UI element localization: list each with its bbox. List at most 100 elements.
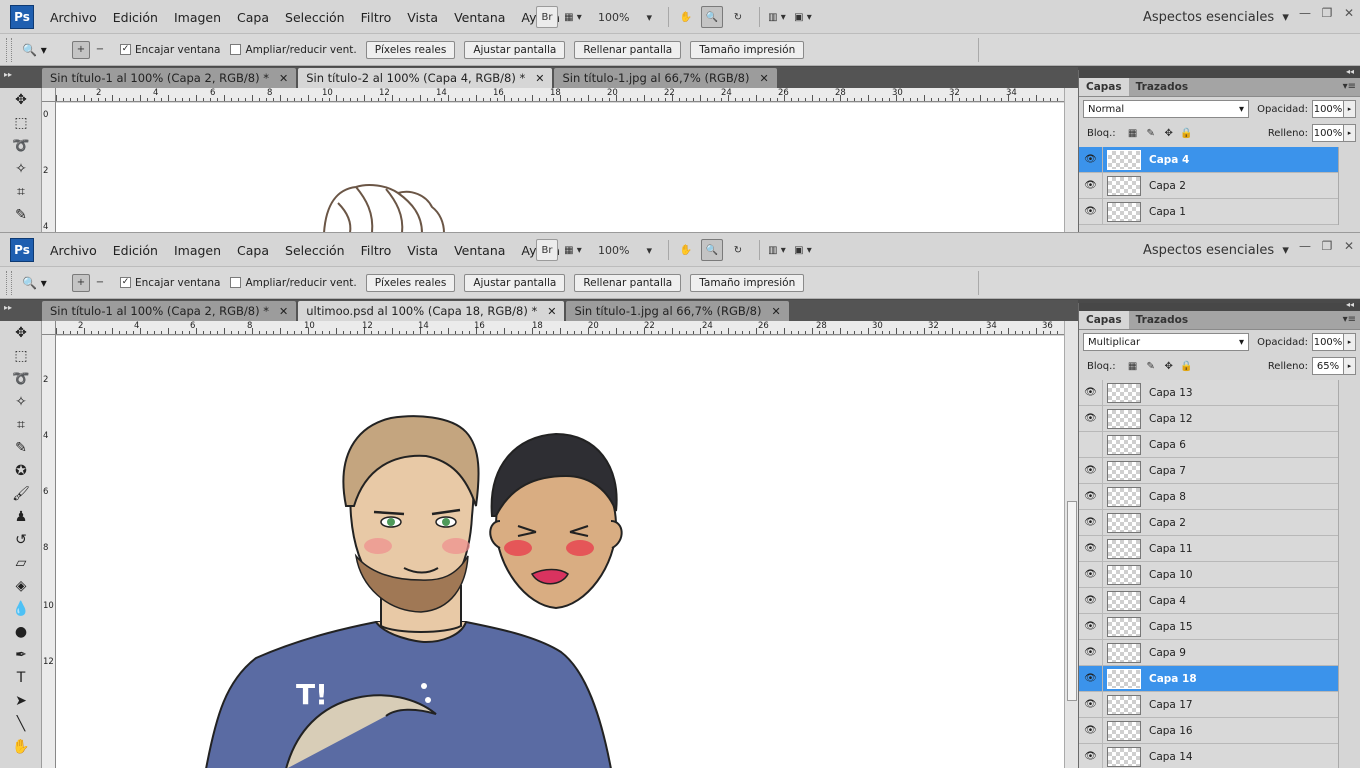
- vertical-scrollbar[interactable]: [1064, 321, 1078, 768]
- layer-row[interactable]: 👁 Capa 4: [1079, 587, 1360, 614]
- layer-row[interactable]: Capa 6: [1079, 431, 1360, 458]
- lock-transparency-icon[interactable]: ▦: [1124, 128, 1142, 139]
- actual-pixels-button[interactable]: Píxeles reales: [365, 40, 456, 59]
- zoom-in-icon[interactable]: +: [72, 273, 90, 292]
- workspace-switcher[interactable]: Aspectos esenciales ▾: [1143, 233, 1289, 267]
- menu-ventana[interactable]: Ventana: [446, 10, 513, 25]
- chevron-right-icon[interactable]: ▸: [1344, 357, 1356, 375]
- panel-menu-icon[interactable]: ▾≡: [1343, 81, 1356, 92]
- layers-scrollbar[interactable]: [1338, 484, 1360, 510]
- marquee-tool-icon[interactable]: ⬚: [7, 112, 35, 134]
- eye-icon[interactable]: 👁: [1079, 639, 1103, 666]
- layer-row[interactable]: 👁 Capa 4: [1079, 146, 1360, 173]
- close-icon[interactable]: ✕: [535, 72, 544, 85]
- blend-mode-select[interactable]: Multiplicar ▾: [1083, 333, 1249, 351]
- document-tab-active[interactable]: ultimoo.psd al 100% (Capa 18, RGB/8) * ✕: [298, 301, 565, 321]
- tab-paths[interactable]: Trazados: [1129, 311, 1195, 329]
- layers-scrollbar[interactable]: [1338, 666, 1360, 692]
- eye-icon[interactable]: 👁: [1079, 587, 1103, 614]
- layers-scrollbar[interactable]: [1338, 458, 1360, 484]
- hand-tool-icon[interactable]: ✋: [675, 239, 697, 261]
- layers-scrollbar[interactable]: [1338, 562, 1360, 588]
- tool-preset-picker[interactable]: 🔍 ▾: [22, 276, 62, 290]
- lock-transparency-icon[interactable]: ▦: [1124, 361, 1142, 372]
- bridge-button[interactable]: Br: [536, 239, 558, 261]
- close-icon[interactable]: ✕: [547, 305, 556, 318]
- eye-icon[interactable]: 👁: [1079, 717, 1103, 744]
- screen-mode-icon[interactable]: ▣ ▾: [792, 239, 814, 261]
- document-tab[interactable]: Sin título-1.jpg al 66,7% (RGB/8) ✕: [554, 68, 777, 88]
- chevron-right-icon[interactable]: ▸: [1344, 124, 1356, 142]
- fit-window-checkbox[interactable]: ✓ Encajar ventana: [120, 44, 220, 56]
- workspace-switcher[interactable]: Aspectos esenciales ▾: [1143, 0, 1289, 34]
- eraser-tool-icon[interactable]: ▱: [7, 552, 35, 574]
- line-tool-icon[interactable]: ╲: [7, 713, 35, 735]
- lock-pixels-icon[interactable]: ✎: [1142, 361, 1160, 372]
- close-icon[interactable]: ✕: [279, 305, 288, 318]
- expand-icon[interactable]: ▸▸: [4, 303, 12, 312]
- document-canvas[interactable]: T!: [56, 336, 1064, 768]
- eye-icon[interactable]: 👁: [1079, 665, 1103, 692]
- vertical-scrollbar[interactable]: [1064, 88, 1078, 234]
- fill-screen-button[interactable]: Rellenar pantalla: [574, 40, 682, 59]
- hand-tool-icon[interactable]: ✋: [675, 6, 697, 28]
- crop-tool-icon[interactable]: ⌗: [7, 181, 35, 203]
- dodge-tool-icon[interactable]: ●: [7, 621, 35, 643]
- eyedropper-tool-icon[interactable]: ✎: [7, 437, 35, 459]
- eye-icon[interactable]: 👁: [1079, 535, 1103, 562]
- opacity-input[interactable]: 100%: [1312, 100, 1344, 118]
- magic-wand-tool-icon[interactable]: ✧: [7, 158, 35, 180]
- history-brush-tool-icon[interactable]: ↺: [7, 529, 35, 551]
- tool-preset-picker[interactable]: 🔍 ▾: [22, 43, 62, 57]
- print-size-button[interactable]: Tamaño impresión: [690, 40, 805, 59]
- lasso-tool-icon[interactable]: ➰: [7, 368, 35, 390]
- zoom-tool-icon[interactable]: 🔍: [701, 6, 723, 28]
- menu-seleccion[interactable]: Selección: [277, 10, 353, 25]
- menu-seleccion[interactable]: Selección: [277, 243, 353, 258]
- resize-window-checkbox[interactable]: Ampliar/reducir vent.: [230, 44, 357, 56]
- close-icon[interactable]: ✕: [759, 72, 768, 85]
- layer-row[interactable]: 👁 Capa 18: [1079, 665, 1360, 692]
- eye-icon[interactable]: 👁: [1079, 405, 1103, 432]
- crop-tool-icon[interactable]: ⌗: [7, 414, 35, 436]
- actual-pixels-button[interactable]: Píxeles reales: [365, 273, 456, 292]
- layers-scrollbar[interactable]: [1338, 432, 1360, 458]
- lock-pixels-icon[interactable]: ✎: [1142, 128, 1160, 139]
- menu-ventana[interactable]: Ventana: [446, 243, 513, 258]
- marquee-tool-icon[interactable]: ⬚: [7, 345, 35, 367]
- eye-icon[interactable]: 👁: [1079, 457, 1103, 484]
- menu-archivo[interactable]: Archivo: [42, 10, 105, 25]
- menu-filtro[interactable]: Filtro: [353, 10, 400, 25]
- tab-layers[interactable]: Capas: [1079, 78, 1129, 96]
- magic-wand-tool-icon[interactable]: ✧: [7, 391, 35, 413]
- vertical-ruler[interactable]: 0 2 4: [42, 102, 56, 234]
- collapse-icon[interactable]: ◂◂: [1346, 67, 1354, 76]
- layer-row[interactable]: 👁 Capa 17: [1079, 691, 1360, 718]
- layers-scrollbar[interactable]: [1338, 744, 1360, 768]
- panel-menu-icon[interactable]: ▾≡: [1343, 314, 1356, 325]
- layers-scrollbar[interactable]: [1338, 536, 1360, 562]
- layers-scrollbar[interactable]: [1338, 718, 1360, 744]
- eye-icon[interactable]: 👁: [1079, 691, 1103, 718]
- eye-icon[interactable]: 👁: [1079, 743, 1103, 768]
- layers-scrollbar[interactable]: [1338, 588, 1360, 614]
- blur-tool-icon[interactable]: 💧: [7, 598, 35, 620]
- document-tab[interactable]: Sin título-1 al 100% (Capa 2, RGB/8) * ✕: [42, 301, 297, 321]
- layer-row[interactable]: 👁 Capa 2: [1079, 172, 1360, 199]
- layers-scrollbar[interactable]: [1338, 510, 1360, 536]
- fit-screen-button[interactable]: Ajustar pantalla: [464, 40, 566, 59]
- paint-bucket-tool-icon[interactable]: ◈: [7, 575, 35, 597]
- layers-scrollbar[interactable]: [1338, 640, 1360, 666]
- clone-stamp-tool-icon[interactable]: ♟: [7, 506, 35, 528]
- layers-scrollbar[interactable]: [1338, 406, 1360, 432]
- healing-brush-tool-icon[interactable]: ✪: [7, 460, 35, 482]
- eye-icon[interactable]: 👁: [1079, 613, 1103, 640]
- tab-layers[interactable]: Capas: [1079, 311, 1129, 329]
- bridge-button[interactable]: Br: [536, 6, 558, 28]
- move-tool-icon[interactable]: ✥: [7, 89, 35, 111]
- grip-handle[interactable]: [6, 37, 12, 62]
- zoom-out-icon[interactable]: −: [91, 41, 109, 59]
- menu-edicion[interactable]: Edición: [105, 243, 166, 258]
- layer-row[interactable]: 👁 Capa 11: [1079, 535, 1360, 562]
- menu-imagen[interactable]: Imagen: [166, 10, 229, 25]
